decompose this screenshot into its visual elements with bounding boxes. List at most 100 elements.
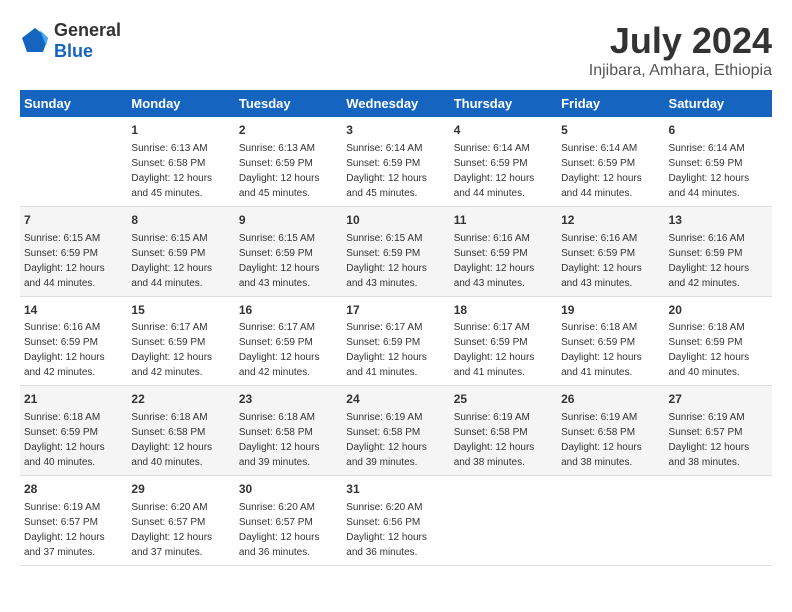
day-info: Sunrise: 6:18 AMSunset: 6:59 PMDaylight:… <box>24 412 105 468</box>
day-info: Sunrise: 6:16 AMSunset: 6:59 PMDaylight:… <box>24 322 105 378</box>
subtitle: Injibara, Amhara, Ethiopia <box>589 62 772 80</box>
day-info: Sunrise: 6:19 AMSunset: 6:58 PMDaylight:… <box>346 412 427 468</box>
calendar-cell: 1 Sunrise: 6:13 AMSunset: 6:58 PMDaylight… <box>127 117 234 206</box>
day-header-sunday: Sunday <box>20 90 127 117</box>
day-number: 16 <box>239 302 338 319</box>
day-number: 1 <box>131 122 230 139</box>
day-header-thursday: Thursday <box>450 90 557 117</box>
calendar-cell <box>557 476 664 566</box>
day-number: 29 <box>131 481 230 498</box>
week-row-3: 14 Sunrise: 6:16 AMSunset: 6:59 PMDayligh… <box>20 296 772 386</box>
logo-blue: Blue <box>54 41 93 61</box>
calendar-cell: 27Sunrise: 6:19 AMSunset: 6:57 PMDayligh… <box>665 386 772 476</box>
day-number: 5 <box>561 122 660 139</box>
day-info: Sunrise: 6:16 AMSunset: 6:59 PMDaylight:… <box>561 233 642 289</box>
logo-text: General Blue <box>54 20 121 62</box>
day-info: Sunrise: 6:14 AMSunset: 6:59 PMDaylight:… <box>669 143 750 199</box>
calendar-cell: 26 Sunrise: 6:19 AMSunset: 6:58 PMDayligh… <box>557 386 664 476</box>
day-info: Sunrise: 6:19 AMSunset: 6:57 PMDaylight:… <box>24 502 105 558</box>
day-number: 11 <box>454 212 553 229</box>
day-number: 6 <box>669 122 768 139</box>
calendar-cell: 13Sunrise: 6:16 AMSunset: 6:59 PMDayligh… <box>665 206 772 296</box>
logo-general: General <box>54 20 121 40</box>
calendar-cell: 21 Sunrise: 6:18 AMSunset: 6:59 PMDayligh… <box>20 386 127 476</box>
day-info: Sunrise: 6:17 AMSunset: 6:59 PMDaylight:… <box>239 322 320 378</box>
title-area: July 2024 Injibara, Amhara, Ethiopia <box>589 20 772 80</box>
main-title: July 2024 <box>589 20 772 62</box>
calendar-cell: 16 Sunrise: 6:17 AMSunset: 6:59 PMDayligh… <box>235 296 342 386</box>
logo-icon <box>20 26 50 56</box>
calendar-cell: 23 Sunrise: 6:18 AMSunset: 6:58 PMDayligh… <box>235 386 342 476</box>
day-info: Sunrise: 6:19 AMSunset: 6:58 PMDaylight:… <box>454 412 535 468</box>
day-number: 7 <box>24 212 123 229</box>
day-number: 17 <box>346 302 445 319</box>
calendar-cell: 22Sunrise: 6:18 AMSunset: 6:58 PMDayligh… <box>127 386 234 476</box>
day-number: 9 <box>239 212 338 229</box>
day-number: 2 <box>239 122 338 139</box>
calendar-cell: 14 Sunrise: 6:16 AMSunset: 6:59 PMDayligh… <box>20 296 127 386</box>
calendar-cell: 29 Sunrise: 6:20 AMSunset: 6:57 PMDayligh… <box>127 476 234 566</box>
day-number: 30 <box>239 481 338 498</box>
week-row-5: 28Sunrise: 6:19 AMSunset: 6:57 PMDayligh… <box>20 476 772 566</box>
calendar-cell: 19 Sunrise: 6:18 AMSunset: 6:59 PMDayligh… <box>557 296 664 386</box>
calendar-cell: 30 Sunrise: 6:20 AMSunset: 6:57 PMDayligh… <box>235 476 342 566</box>
calendar-cell <box>665 476 772 566</box>
day-info: Sunrise: 6:14 AMSunset: 6:59 PMDaylight:… <box>454 143 535 199</box>
header: General Blue July 2024 Injibara, Amhara,… <box>20 20 772 80</box>
day-header-friday: Friday <box>557 90 664 117</box>
day-info: Sunrise: 6:18 AMSunset: 6:59 PMDaylight:… <box>561 322 642 378</box>
day-info: Sunrise: 6:19 AMSunset: 6:58 PMDaylight:… <box>561 412 642 468</box>
day-number: 22 <box>131 391 230 408</box>
day-number: 10 <box>346 212 445 229</box>
day-info: Sunrise: 6:17 AMSunset: 6:59 PMDaylight:… <box>454 322 535 378</box>
calendar-cell: 9 Sunrise: 6:15 AMSunset: 6:59 PMDaylight… <box>235 206 342 296</box>
week-row-1: 1 Sunrise: 6:13 AMSunset: 6:58 PMDaylight… <box>20 117 772 206</box>
calendar-cell: 31 Sunrise: 6:20 AMSunset: 6:56 PMDayligh… <box>342 476 449 566</box>
day-info: Sunrise: 6:20 AMSunset: 6:57 PMDaylight:… <box>131 502 212 558</box>
calendar-cell: 17 Sunrise: 6:17 AMSunset: 6:59 PMDayligh… <box>342 296 449 386</box>
day-number: 18 <box>454 302 553 319</box>
day-number: 8 <box>131 212 230 229</box>
day-info: Sunrise: 6:14 AMSunset: 6:59 PMDaylight:… <box>561 143 642 199</box>
day-number: 23 <box>239 391 338 408</box>
day-number: 12 <box>561 212 660 229</box>
day-header-monday: Monday <box>127 90 234 117</box>
day-number: 26 <box>561 391 660 408</box>
calendar-cell <box>20 117 127 206</box>
day-header-tuesday: Tuesday <box>235 90 342 117</box>
day-number: 31 <box>346 481 445 498</box>
calendar-cell: 11 Sunrise: 6:16 AMSunset: 6:59 PMDayligh… <box>450 206 557 296</box>
day-info: Sunrise: 6:15 AMSunset: 6:59 PMDaylight:… <box>24 233 105 289</box>
day-info: Sunrise: 6:20 AMSunset: 6:56 PMDaylight:… <box>346 502 427 558</box>
day-number: 4 <box>454 122 553 139</box>
logo: General Blue <box>20 20 121 62</box>
day-info: Sunrise: 6:13 AMSunset: 6:58 PMDaylight:… <box>131 143 212 199</box>
week-row-2: 7 Sunrise: 6:15 AMSunset: 6:59 PMDaylight… <box>20 206 772 296</box>
day-info: Sunrise: 6:15 AMSunset: 6:59 PMDaylight:… <box>239 233 320 289</box>
day-number: 21 <box>24 391 123 408</box>
day-info: Sunrise: 6:17 AMSunset: 6:59 PMDaylight:… <box>346 322 427 378</box>
calendar-cell: 12 Sunrise: 6:16 AMSunset: 6:59 PMDayligh… <box>557 206 664 296</box>
calendar-cell: 15Sunrise: 6:17 AMSunset: 6:59 PMDayligh… <box>127 296 234 386</box>
calendar-table: SundayMondayTuesdayWednesdayThursdayFrid… <box>20 90 772 566</box>
day-info: Sunrise: 6:17 AMSunset: 6:59 PMDaylight:… <box>131 322 212 378</box>
day-info: Sunrise: 6:18 AMSunset: 6:58 PMDaylight:… <box>239 412 320 468</box>
calendar-cell: 18 Sunrise: 6:17 AMSunset: 6:59 PMDayligh… <box>450 296 557 386</box>
day-info: Sunrise: 6:13 AMSunset: 6:59 PMDaylight:… <box>239 143 320 199</box>
day-info: Sunrise: 6:15 AMSunset: 6:59 PMDaylight:… <box>131 233 212 289</box>
day-header-wednesday: Wednesday <box>342 90 449 117</box>
day-number: 25 <box>454 391 553 408</box>
day-number: 19 <box>561 302 660 319</box>
calendar-cell: 3Sunrise: 6:14 AMSunset: 6:59 PMDaylight… <box>342 117 449 206</box>
day-number: 27 <box>669 391 768 408</box>
day-info: Sunrise: 6:16 AMSunset: 6:59 PMDaylight:… <box>454 233 535 289</box>
calendar-cell: 2 Sunrise: 6:13 AMSunset: 6:59 PMDaylight… <box>235 117 342 206</box>
day-info: Sunrise: 6:20 AMSunset: 6:57 PMDaylight:… <box>239 502 320 558</box>
calendar-cell: 4 Sunrise: 6:14 AMSunset: 6:59 PMDaylight… <box>450 117 557 206</box>
calendar-cell: 7 Sunrise: 6:15 AMSunset: 6:59 PMDaylight… <box>20 206 127 296</box>
calendar-cell: 8 Sunrise: 6:15 AMSunset: 6:59 PMDaylight… <box>127 206 234 296</box>
calendar-cell: 10Sunrise: 6:15 AMSunset: 6:59 PMDayligh… <box>342 206 449 296</box>
day-info: Sunrise: 6:18 AMSunset: 6:59 PMDaylight:… <box>669 322 750 378</box>
day-number: 24 <box>346 391 445 408</box>
day-number: 14 <box>24 302 123 319</box>
